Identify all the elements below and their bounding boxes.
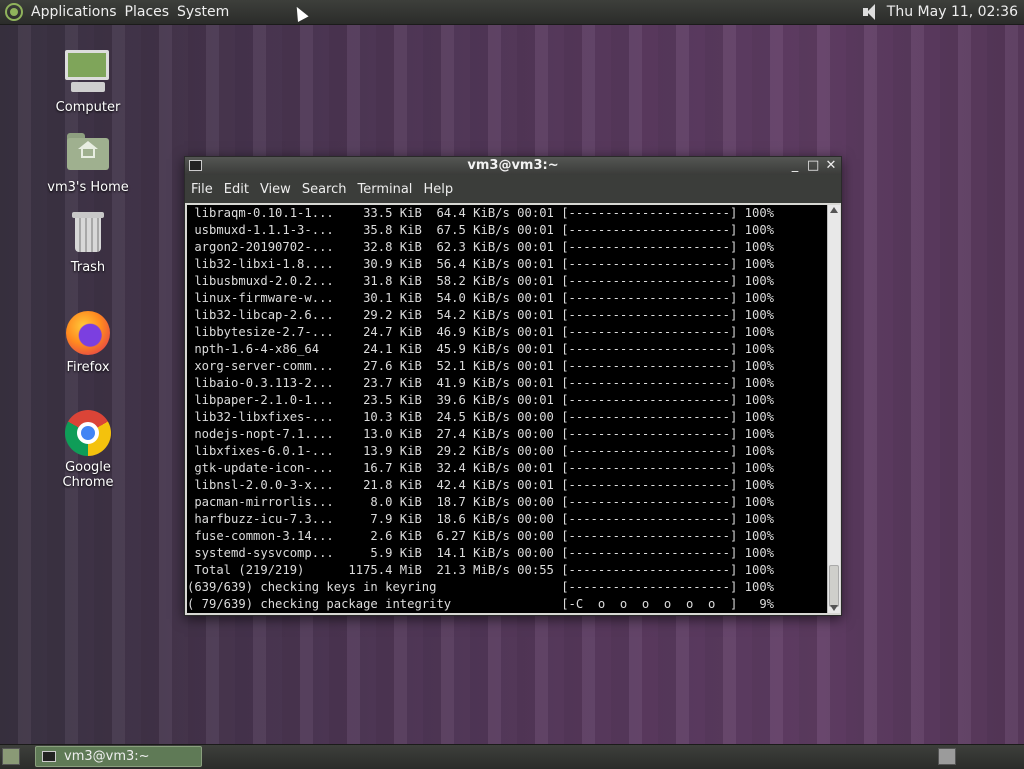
- computer-icon: [63, 48, 113, 98]
- menu-places[interactable]: Places: [123, 4, 176, 20]
- terminal-line: harfbuzz-icu-7.3... 7.9 KiB 18.6 KiB/s 0…: [187, 512, 774, 526]
- bottom-panel: vm3@vm3:~: [0, 744, 1024, 769]
- terminal-line: gtk-update-icon-... 16.7 KiB 32.4 KiB/s …: [187, 461, 774, 475]
- desktop-icon-label: vm3's Home: [47, 180, 129, 195]
- top-panel: Applications Places System Thu May 11, 0…: [0, 0, 1024, 25]
- terminal-line: libnsl-2.0.0-3-x... 21.8 KiB 42.4 KiB/s …: [187, 478, 774, 492]
- terminal-line: libpaper-2.1.0-1... 23.5 KiB 39.6 KiB/s …: [187, 393, 774, 407]
- desktop-icon-home[interactable]: vm3's Home: [38, 128, 138, 195]
- terminal-line: libbytesize-2.7-... 24.7 KiB 46.9 KiB/s …: [187, 325, 774, 339]
- workspace-switcher[interactable]: [938, 748, 956, 765]
- menu-help[interactable]: Help: [418, 182, 458, 197]
- terminal-output[interactable]: libraqm-0.10.1-1... 33.5 KiB 64.4 KiB/s …: [187, 205, 827, 613]
- speaker-icon[interactable]: [861, 3, 881, 21]
- home-folder-icon: [63, 128, 113, 178]
- terminal-icon: [42, 751, 56, 762]
- clock[interactable]: Thu May 11, 02:36: [887, 4, 1018, 20]
- desktop-icon-label: Google Chrome: [62, 460, 114, 490]
- taskbar-button-label: vm3@vm3:~: [64, 749, 150, 764]
- terminal-line: lib32-libxfixes-... 10.3 KiB 24.5 KiB/s …: [187, 410, 774, 424]
- scroll-down-arrow-icon[interactable]: [830, 605, 838, 611]
- terminal-line: (639/639) checking keys in keyring [----…: [187, 580, 774, 594]
- terminal-line: Total (219/219) 1175.4 MiB 21.3 MiB/s 00…: [187, 563, 774, 577]
- terminal-line: fuse-common-3.14... 2.6 KiB 6.27 KiB/s 0…: [187, 529, 774, 543]
- terminal-window[interactable]: vm3@vm3:~ _ □ ✕ File Edit View Search Te…: [184, 156, 842, 616]
- trash-icon: [63, 208, 113, 258]
- distro-logo-icon[interactable]: [5, 3, 23, 21]
- taskbar-button-terminal[interactable]: vm3@vm3:~: [35, 746, 202, 767]
- menu-applications[interactable]: Applications: [29, 4, 123, 20]
- terminal-titlebar[interactable]: vm3@vm3:~ _ □ ✕: [185, 157, 841, 175]
- window-title: vm3@vm3:~: [467, 158, 559, 173]
- terminal-line: nodejs-nopt-7.1.... 13.0 KiB 27.4 KiB/s …: [187, 427, 774, 441]
- menu-search[interactable]: Search: [297, 182, 352, 197]
- terminal-line: libusbmuxd-2.0.2... 31.8 KiB 58.2 KiB/s …: [187, 274, 774, 288]
- terminal-scrollbar[interactable]: [827, 205, 840, 613]
- desktop-icon-trash[interactable]: Trash: [38, 208, 138, 275]
- maximize-button[interactable]: □: [807, 158, 819, 173]
- terminal-line: argon2-20190702-... 32.8 KiB 62.3 KiB/s …: [187, 240, 774, 254]
- terminal-line: pacman-mirrorlis... 8.0 KiB 18.7 KiB/s 0…: [187, 495, 774, 509]
- minimize-button[interactable]: _: [789, 158, 801, 173]
- desktop-icon-label: Trash: [70, 260, 106, 275]
- desktop-icon-firefox[interactable]: Firefox: [38, 308, 138, 375]
- desktop-icon-computer[interactable]: Computer: [38, 48, 138, 115]
- terminal-line: lib32-libxi-1.8.... 30.9 KiB 56.4 KiB/s …: [187, 257, 774, 271]
- menu-edit[interactable]: Edit: [219, 182, 254, 197]
- show-desktop-icon[interactable]: [2, 748, 20, 765]
- terminal-line: usbmuxd-1.1.1-3-... 35.8 KiB 67.5 KiB/s …: [187, 223, 774, 237]
- scrollbar-thumb[interactable]: [829, 565, 839, 607]
- desktop-icon-label: Firefox: [66, 360, 110, 375]
- terminal-line: xorg-server-comm... 27.6 KiB 52.1 KiB/s …: [187, 359, 774, 373]
- desktop-icon-label: Computer: [55, 100, 121, 115]
- menu-file[interactable]: File: [186, 182, 218, 197]
- scroll-up-arrow-icon[interactable]: [830, 207, 838, 213]
- terminal-line: libraqm-0.10.1-1... 33.5 KiB 64.4 KiB/s …: [187, 206, 774, 220]
- chrome-icon: [63, 408, 113, 458]
- terminal-line: npth-1.6-4-x86_64 24.1 KiB 45.9 KiB/s 00…: [187, 342, 774, 356]
- window-controls: _ □ ✕: [789, 158, 837, 173]
- menu-system[interactable]: System: [175, 4, 235, 20]
- menu-terminal[interactable]: Terminal: [352, 182, 417, 197]
- terminal-line: linux-firmware-w... 30.1 KiB 54.0 KiB/s …: [187, 291, 774, 305]
- terminal-line: libaio-0.3.113-2... 23.7 KiB 41.9 KiB/s …: [187, 376, 774, 390]
- menu-view[interactable]: View: [255, 182, 296, 197]
- top-panel-tray: Thu May 11, 02:36: [861, 0, 1018, 24]
- terminal-menubar: File Edit View Search Terminal Help: [185, 175, 841, 203]
- terminal-line: libxfixes-6.0.1-... 13.9 KiB 29.2 KiB/s …: [187, 444, 774, 458]
- close-button[interactable]: ✕: [825, 158, 837, 173]
- terminal-line: systemd-sysvcomp... 5.9 KiB 14.1 KiB/s 0…: [187, 546, 774, 560]
- firefox-icon: [63, 308, 113, 358]
- desktop-icon-chrome[interactable]: Google Chrome: [38, 408, 138, 490]
- terminal-line: ( 79/639) checking package integrity [-C…: [187, 597, 774, 611]
- terminal-line: lib32-libcap-2.6... 29.2 KiB 54.2 KiB/s …: [187, 308, 774, 322]
